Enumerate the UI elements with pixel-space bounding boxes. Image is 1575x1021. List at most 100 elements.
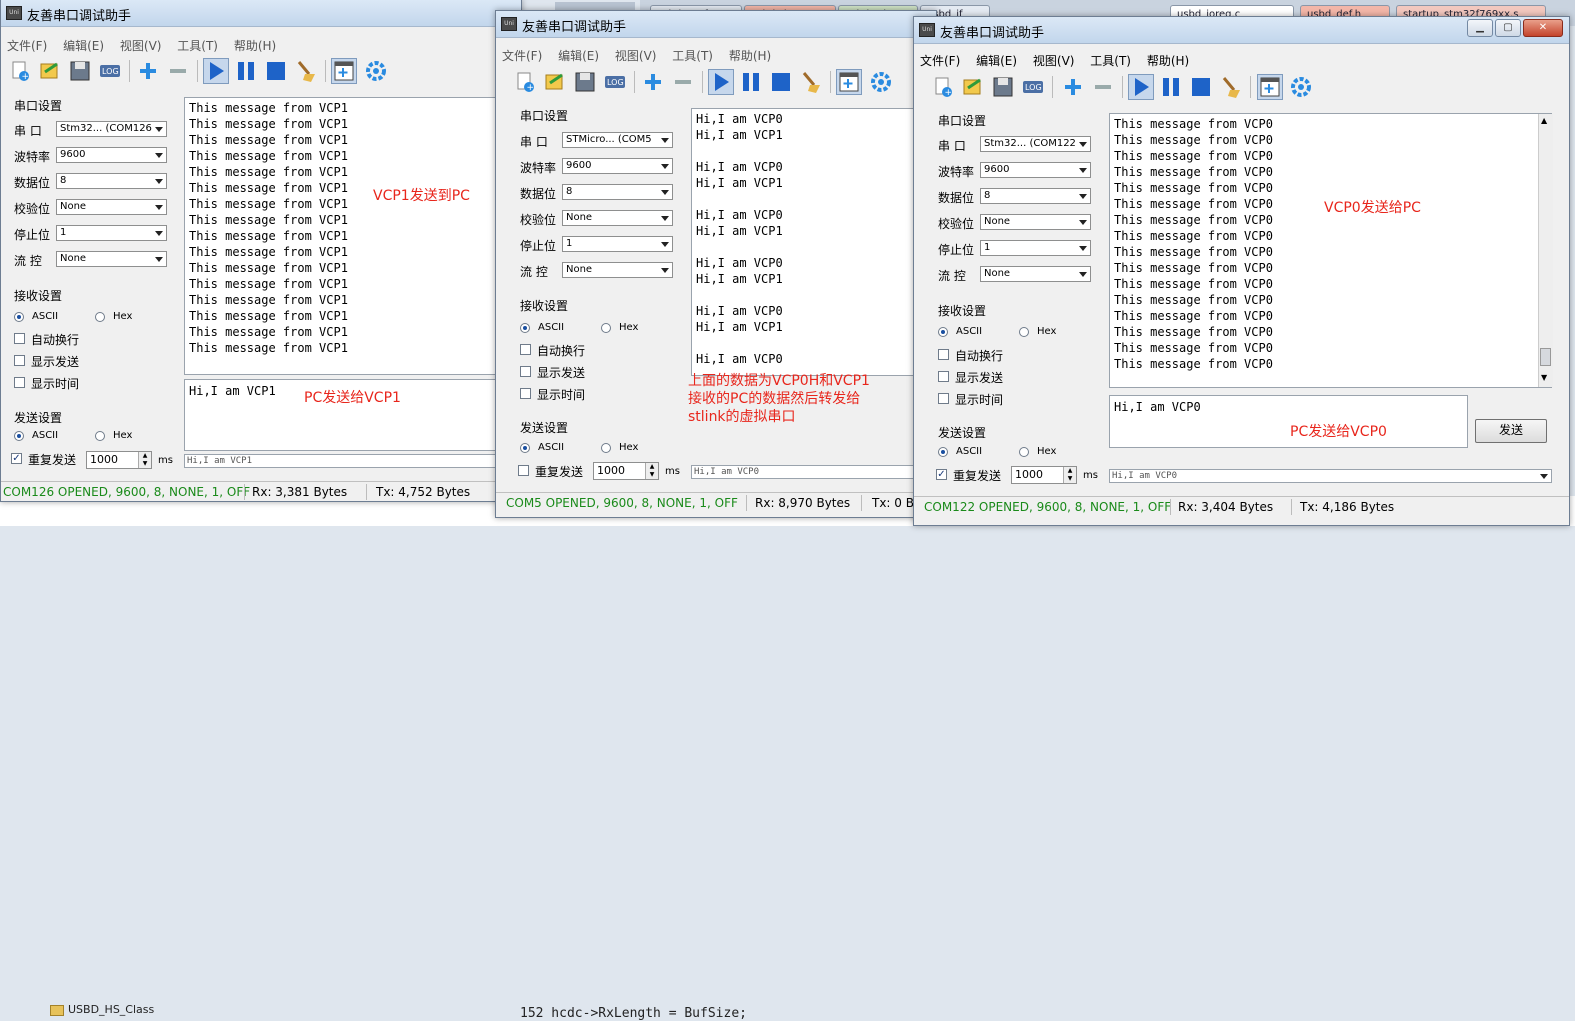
stopbits-select[interactable]: 1 <box>980 240 1091 256</box>
parity-select[interactable]: None <box>56 199 167 215</box>
send-history-select[interactable]: Hi,I am VCP1 <box>184 454 521 468</box>
play-icon[interactable] <box>203 58 229 84</box>
send-ascii-radio[interactable] <box>938 447 948 457</box>
repeat-interval-stepper[interactable]: 1000 ▲ ▼ <box>593 462 659 480</box>
stop-icon[interactable] <box>768 69 794 95</box>
stop-icon[interactable] <box>263 58 289 84</box>
remove-icon[interactable] <box>165 58 191 84</box>
new-file-icon[interactable]: + <box>930 74 956 100</box>
menu-edit[interactable]: 编辑(E) <box>57 35 110 56</box>
save-icon[interactable] <box>572 69 598 95</box>
add-icon[interactable] <box>1060 74 1086 100</box>
port-select[interactable]: Stm32... (COM126 <box>56 121 167 137</box>
send-input[interactable]: Hi,I am VCP0 <box>1109 395 1468 448</box>
send-history-select[interactable]: Hi,I am VCP0 <box>691 465 936 479</box>
databits-select[interactable]: 8 <box>980 188 1091 204</box>
repeat-interval-stepper[interactable]: 1000 ▲ ▼ <box>1011 466 1077 484</box>
send-button[interactable]: 发送 <box>1475 419 1547 443</box>
receive-scrollbar[interactable]: ▲ ▼ <box>1538 114 1553 387</box>
send-ascii-radio[interactable] <box>520 443 530 453</box>
menu-tools[interactable]: 工具(T) <box>171 35 224 56</box>
receive-area[interactable]: Hi,I am VCP0 Hi,I am VCP1 Hi,I am VCP0 Hi,I… <box>691 108 936 376</box>
receive-area[interactable]: This message from VCP0 This message from … <box>1109 113 1552 388</box>
parity-select[interactable]: None <box>562 210 673 226</box>
save-icon[interactable] <box>990 74 1016 100</box>
repeat-send-checkbox[interactable]: ✓ <box>11 453 22 464</box>
send-history-select[interactable]: Hi,I am VCP0 <box>1109 469 1552 483</box>
menu-view[interactable]: 视图(V) <box>114 35 168 56</box>
recv-ascii-radio[interactable] <box>14 312 24 322</box>
remove-icon[interactable] <box>670 69 696 95</box>
baud-select[interactable]: 9600 <box>562 158 673 174</box>
send-hex-radio[interactable] <box>95 431 105 441</box>
new-file-icon[interactable]: + <box>7 58 33 84</box>
settings-gear-icon[interactable] <box>363 58 389 84</box>
stop-icon[interactable] <box>1188 74 1214 100</box>
show-time-checkbox[interactable] <box>14 377 25 388</box>
broom-icon[interactable] <box>798 69 824 95</box>
add-icon[interactable] <box>135 58 161 84</box>
repeat-send-checkbox[interactable] <box>518 465 529 476</box>
menu-view[interactable]: 视图(V) <box>609 45 663 66</box>
add-window-icon[interactable] <box>836 69 862 95</box>
menu-tools[interactable]: 工具(T) <box>666 45 719 66</box>
log-icon[interactable]: LOG <box>97 58 123 84</box>
pause-icon[interactable] <box>738 69 764 95</box>
repeat-send-checkbox[interactable]: ✓ <box>936 469 947 480</box>
maximize-icon[interactable]: ▢ <box>1495 19 1521 37</box>
port-select[interactable]: STMicro... (COM5 <box>562 132 673 148</box>
broom-icon[interactable] <box>293 58 319 84</box>
title-bar[interactable]: Uni 友善串口调试助手 <box>496 11 936 38</box>
menu-view[interactable]: 视图(V) <box>1027 50 1081 71</box>
recv-hex-radio[interactable] <box>1019 327 1029 337</box>
parity-select[interactable]: None <box>980 214 1091 230</box>
flow-select[interactable]: None <box>56 251 167 267</box>
add-icon[interactable] <box>640 69 666 95</box>
send-hex-radio[interactable] <box>1019 447 1029 457</box>
databits-select[interactable]: 8 <box>562 184 673 200</box>
menu-help[interactable]: 帮助(H) <box>723 45 777 66</box>
menu-file[interactable]: 文件(F) <box>496 45 548 66</box>
stopbits-select[interactable]: 1 <box>562 236 673 252</box>
broom-icon[interactable] <box>1218 74 1244 100</box>
project-tree-item[interactable]: USBD_HS_Class <box>50 1003 154 1016</box>
menu-edit[interactable]: 编辑(E) <box>970 50 1023 71</box>
recv-ascii-radio[interactable] <box>938 327 948 337</box>
baud-select[interactable]: 9600 <box>980 162 1091 178</box>
port-select[interactable]: Stm32... (COM122 <box>980 136 1091 152</box>
send-hex-radio[interactable] <box>601 443 611 453</box>
menu-tools[interactable]: 工具(T) <box>1084 50 1137 71</box>
flow-select[interactable]: None <box>980 266 1091 282</box>
log-icon[interactable]: LOG <box>1020 74 1046 100</box>
show-send-checkbox[interactable] <box>14 355 25 366</box>
add-window-icon[interactable] <box>331 58 357 84</box>
menu-edit[interactable]: 编辑(E) <box>552 45 605 66</box>
close-icon[interactable]: ✕ <box>1523 19 1563 37</box>
play-icon[interactable] <box>708 69 734 95</box>
title-bar[interactable]: Uni 友善串口调试助手 ▁ ▢ ✕ <box>914 17 1569 44</box>
menu-file[interactable]: 文件(F) <box>914 50 966 71</box>
show-send-checkbox[interactable] <box>520 366 531 377</box>
recv-hex-radio[interactable] <box>95 312 105 322</box>
stopbits-select[interactable]: 1 <box>56 225 167 241</box>
show-send-checkbox[interactable] <box>938 371 949 382</box>
open-folder-icon[interactable] <box>960 74 986 100</box>
remove-icon[interactable] <box>1090 74 1116 100</box>
auto-wrap-checkbox[interactable] <box>938 349 949 360</box>
new-file-icon[interactable]: + <box>512 69 538 95</box>
settings-gear-icon[interactable] <box>868 69 894 95</box>
menu-help[interactable]: 帮助(H) <box>1141 50 1195 71</box>
recv-hex-radio[interactable] <box>601 323 611 333</box>
auto-wrap-checkbox[interactable] <box>14 333 25 344</box>
add-window-icon[interactable] <box>1257 74 1283 100</box>
open-folder-icon[interactable] <box>542 69 568 95</box>
repeat-interval-stepper[interactable]: 1000 ▲ ▼ <box>86 451 152 469</box>
show-time-checkbox[interactable] <box>520 388 531 399</box>
recv-ascii-radio[interactable] <box>520 323 530 333</box>
menu-file[interactable]: 文件(F) <box>1 35 53 56</box>
pause-icon[interactable] <box>1158 74 1184 100</box>
baud-select[interactable]: 9600 <box>56 147 167 163</box>
menu-help[interactable]: 帮助(H) <box>228 35 282 56</box>
title-bar[interactable]: Uni 友善串口调试助手 <box>1 0 521 27</box>
minimize-icon[interactable]: ▁ <box>1467 19 1493 37</box>
